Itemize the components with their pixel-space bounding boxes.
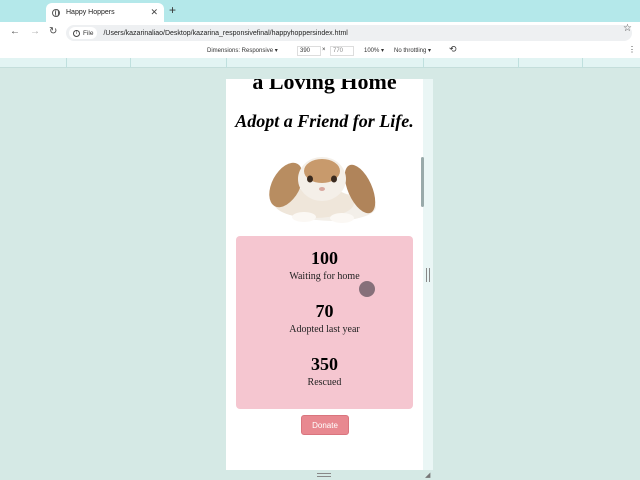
resize-handle-bottom[interactable] xyxy=(317,473,331,477)
reload-icon[interactable]: ↻ xyxy=(49,26,57,37)
stat-adopted: 70 Adopted last year xyxy=(236,301,413,335)
tab-title: Happy Hoppers xyxy=(66,9,115,16)
info-icon: i xyxy=(73,29,80,37)
mouse-cursor xyxy=(359,281,375,297)
width-input[interactable]: 390 xyxy=(297,46,321,56)
site-info-chip[interactable]: i File xyxy=(69,27,98,39)
tab-strip: Happy Hoppers ✕ + xyxy=(0,0,640,22)
stat-rescued: 350 Rescued xyxy=(236,354,413,388)
zoom-select[interactable]: 100% ▾ xyxy=(364,47,384,54)
stat-waiting: 100 Waiting for home xyxy=(236,248,413,282)
stat-label: Adopted last year xyxy=(289,324,360,335)
chevron-down-icon: ▾ xyxy=(381,48,385,54)
stat-number: 350 xyxy=(311,354,338,374)
url-text: /Users/kazarinaliao/Desktop/kazarina_res… xyxy=(103,29,348,37)
media-query-ruler xyxy=(0,58,640,68)
stat-number: 70 xyxy=(315,301,334,321)
donate-button[interactable]: Donate xyxy=(301,415,349,435)
stats-panel: 100 Waiting for home 70 Adopted last yea… xyxy=(236,236,413,409)
page-heading: a Loving Home xyxy=(252,79,397,94)
zoom-label: 100% xyxy=(364,48,380,54)
dimensions-select[interactable]: Dimensions: Responsive ▾ xyxy=(207,47,278,54)
address-bar[interactable]: i File /Users/kazarinaliao/Desktop/kazar… xyxy=(66,25,632,41)
file-label: File xyxy=(83,29,94,37)
rotate-icon[interactable]: ⟲ xyxy=(449,44,457,55)
viewport-scrollbar[interactable] xyxy=(421,157,424,207)
tagline: Adopt a Friend for Life. xyxy=(235,111,414,131)
bunny-image xyxy=(269,157,376,223)
page-viewport: a Loving Home Adopt a Friend for Life. 1… xyxy=(226,79,423,470)
resize-handle-right[interactable] xyxy=(426,268,430,282)
navigation-bar: ← → ↻ i File /Users/kazarinaliao/Desktop… xyxy=(0,22,640,44)
throttling-label: No throttling xyxy=(394,48,427,54)
height-input[interactable]: 770 xyxy=(330,46,354,56)
stat-label: Rescued xyxy=(307,377,342,388)
more-options-icon[interactable]: ⋮ xyxy=(628,45,636,54)
back-arrow-icon[interactable]: ← xyxy=(10,26,20,37)
bookmark-star-icon[interactable]: ☆ xyxy=(623,23,632,34)
new-tab-button[interactable]: + xyxy=(169,3,176,17)
device-toolbar: Dimensions: Responsive ▾ 390 × 770 100% … xyxy=(0,44,640,58)
stat-number: 100 xyxy=(311,248,338,268)
browser-tab[interactable]: Happy Hoppers ✕ xyxy=(46,3,164,22)
chevron-down-icon: ▾ xyxy=(428,48,432,54)
globe-icon xyxy=(52,8,60,17)
close-tab-icon[interactable]: ✕ xyxy=(150,7,158,18)
dimensions-label: Dimensions: Responsive xyxy=(207,48,274,54)
chevron-down-icon: ▾ xyxy=(274,48,278,54)
stat-label: Waiting for home xyxy=(289,271,360,282)
forward-arrow-icon[interactable]: → xyxy=(30,26,40,37)
resize-corner-icon[interactable]: ◢ xyxy=(425,471,430,479)
dimension-separator: × xyxy=(322,47,326,53)
throttling-select[interactable]: No throttling ▾ xyxy=(394,47,431,54)
